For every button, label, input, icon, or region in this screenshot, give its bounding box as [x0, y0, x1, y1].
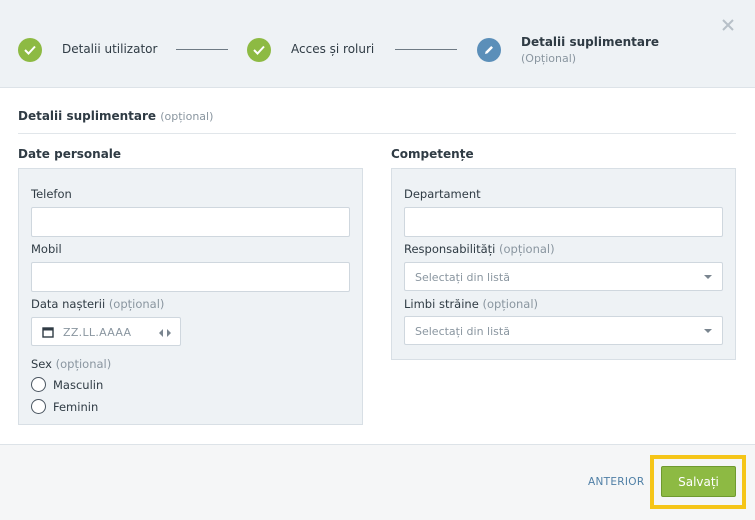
sex-label: Sex (opțional)	[31, 357, 111, 371]
responsibilities-label: Responsabilități (opțional)	[404, 242, 555, 256]
step-2-label: Acces și roluri	[291, 42, 375, 56]
step-connector	[395, 49, 457, 50]
section-divider	[18, 133, 736, 134]
languages-label-text: Limbi străine	[404, 297, 479, 311]
sex-label-text: Sex	[31, 357, 52, 371]
languages-label: Limbi străine (opțional)	[404, 297, 538, 311]
step-3-pencil-icon	[477, 38, 501, 62]
step-3-sublabel: (Opțional)	[521, 52, 577, 65]
personal-data-title: Date personale	[18, 147, 122, 161]
section-title-text: Detalii suplimentare	[18, 109, 157, 123]
mobile-input[interactable]	[31, 262, 350, 292]
responsibilities-select[interactable]: Selectați din listă	[404, 262, 723, 291]
phone-label: Telefon	[31, 187, 72, 201]
chevron-down-icon	[704, 329, 712, 333]
stepper-header: Detalii utilizator Acces și roluri Detal…	[0, 0, 755, 88]
sex-optional: (opțional)	[55, 357, 112, 371]
radio-masculin[interactable]	[31, 377, 46, 392]
birth-date-placeholder: ZZ.LL.AAAA	[63, 326, 132, 339]
radio-feminin-label[interactable]: Feminin	[53, 400, 98, 414]
step-1-check-icon	[18, 38, 42, 62]
step-2-check-icon	[247, 38, 271, 62]
close-icon[interactable]	[721, 18, 737, 34]
department-label: Departament	[404, 187, 481, 201]
languages-select[interactable]: Selectați din listă	[404, 316, 723, 345]
date-stepper-icon[interactable]	[158, 327, 172, 341]
chevron-down-icon	[704, 275, 712, 279]
responsibilities-placeholder: Selectați din listă	[415, 271, 510, 284]
department-input[interactable]	[404, 207, 723, 237]
calendar-icon	[42, 326, 54, 341]
responsibilities-label-text: Responsabilități	[404, 242, 496, 256]
radio-masculin-label[interactable]: Masculin	[53, 378, 103, 392]
mobile-label: Mobil	[31, 242, 62, 256]
birth-date-label-text: Data nașterii	[31, 297, 106, 311]
radio-feminin[interactable]	[31, 399, 46, 414]
step-connector	[176, 49, 228, 50]
languages-placeholder: Selectați din listă	[415, 325, 510, 338]
responsibilities-optional: (opțional)	[499, 242, 555, 256]
section-optional-tag: (opțional)	[160, 110, 214, 123]
birth-date-input[interactable]: ZZ.LL.AAAA	[31, 317, 181, 346]
phone-input[interactable]	[31, 207, 350, 237]
birth-date-label: Data nașterii (opțional)	[31, 297, 164, 311]
step-1-label: Detalii utilizator	[62, 42, 158, 56]
languages-optional: (opțional)	[482, 297, 539, 311]
skills-title: Competențe	[391, 147, 474, 161]
birth-date-optional: (opțional)	[108, 297, 165, 311]
save-button[interactable]: Salvați	[661, 466, 736, 497]
section-title: Detalii suplimentare (opțional)	[18, 109, 213, 123]
step-3-label: Detalii suplimentare	[521, 35, 660, 49]
previous-button[interactable]: ANTERIOR	[588, 476, 644, 488]
